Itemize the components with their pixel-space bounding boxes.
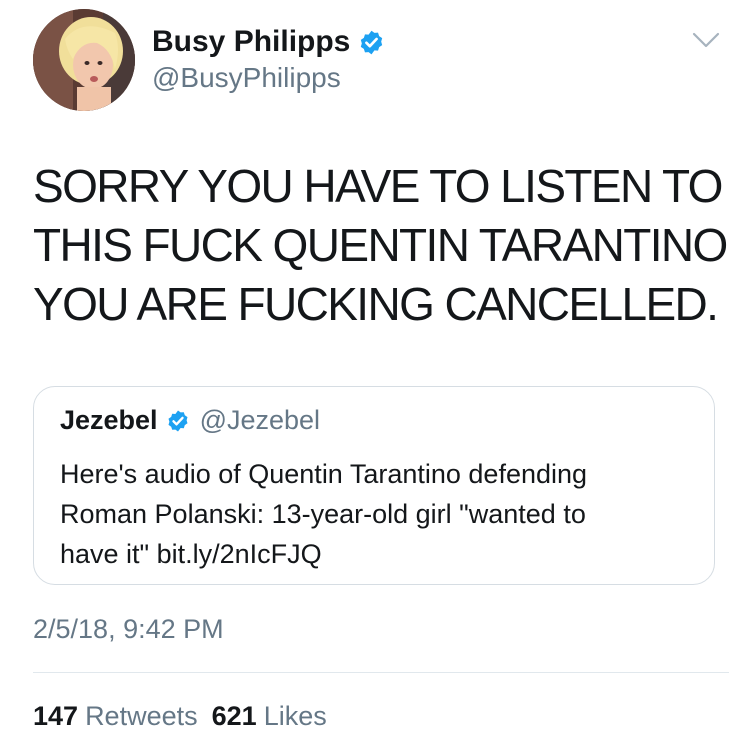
likes-count: 621 (211, 701, 257, 731)
verified-badge-icon (361, 30, 383, 54)
quoted-author-display-name: Jezebel (60, 405, 158, 435)
tweet-text-line: YOU ARE FUCKING CANCELLED. (33, 278, 719, 330)
tweet-text-line: SORRY YOU HAVE TO LISTEN TO (33, 160, 723, 212)
quoted-tweet-header: Jezebel @Jezebel (60, 405, 320, 436)
likes-label: Likes (263, 701, 327, 731)
tweet-text-line: THIS FUCK QUENTIN TARANTINO (33, 219, 728, 271)
author-display-name[interactable]: Busy Philipps (152, 25, 350, 59)
retweets-label: Retweets (85, 701, 198, 731)
author-display-name-row[interactable]: Busy Philipps (152, 25, 385, 59)
quoted-tweet-card[interactable]: Jezebel @Jezebel Here's audio of Quentin… (33, 386, 715, 585)
retweets-stat[interactable]: 147 Retweets (33, 700, 198, 732)
tweet-stats: 147 Retweets 621 Likes (33, 700, 327, 732)
quoted-tweet-text-line: have it" bit.ly/2nIcFJQ (60, 539, 322, 569)
quoted-tweet-text-line: Roman Polanski: 13-year-old girl "wanted… (60, 499, 586, 529)
retweets-count: 147 (33, 701, 79, 731)
tweet-text: SORRY YOU HAVE TO LISTEN TO THIS FUCK QU… (33, 157, 728, 334)
verified-badge-icon (168, 410, 188, 431)
likes-stat[interactable]: 621 Likes (212, 700, 327, 732)
chevron-down-icon[interactable] (690, 28, 722, 52)
quoted-author-handle: @Jezebel (199, 405, 321, 435)
avatar[interactable] (33, 9, 135, 111)
quoted-tweet-text: Here's audio of Quentin Tarantino defend… (60, 454, 700, 574)
tweet-timestamp[interactable]: 2/5/18, 9:42 PM (33, 613, 224, 645)
avatar-image (33, 9, 135, 111)
quoted-tweet-text-line: Here's audio of Quentin Tarantino defend… (60, 459, 588, 489)
divider (33, 672, 729, 673)
author-handle[interactable]: @BusyPhilipps (152, 62, 341, 94)
